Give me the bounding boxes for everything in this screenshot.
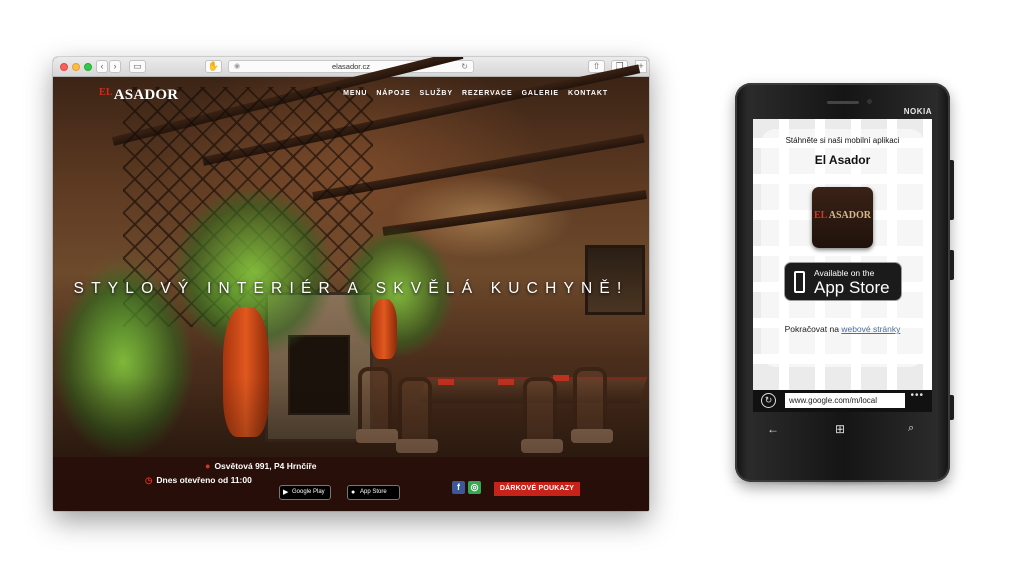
sidebar-toggle-icon[interactable]: ▭ <box>129 60 146 73</box>
app-store-button[interactable]: Available on the App Store <box>784 262 902 301</box>
logo-main: ASADOR <box>113 87 179 103</box>
refresh-icon[interactable]: ↻ <box>761 393 776 408</box>
google-play-label: Google Play <box>292 489 325 495</box>
tripadvisor-icon[interactable]: ◎ <box>468 481 481 494</box>
location-pin-icon: ● <box>205 461 211 471</box>
back-button[interactable]: ‹ <box>96 60 108 73</box>
app-icon-text: ASADOR <box>828 210 871 221</box>
nav-item-sluzby[interactable]: SLUŽBY <box>420 90 453 97</box>
hours-text: Dnes otevřeno od 11:00 <box>156 475 252 485</box>
earpiece <box>827 101 859 104</box>
app-icon-prefix: EL <box>814 210 827 221</box>
website-link[interactable]: webové stránky <box>841 324 900 334</box>
phone-screen: Stáhněte si naši mobilní aplikaci El Asa… <box>753 119 932 390</box>
app-store-line1: Available on the <box>814 268 875 278</box>
volume-button <box>950 160 954 220</box>
website-hero: ELASADOR MENU NÁPOJE SLUŽBY REZERVACE GA… <box>53 57 649 511</box>
app-icon[interactable]: EL ASADOR <box>812 187 873 248</box>
phone-brand: NOKIA <box>903 107 932 116</box>
opening-hours: ◷ Dnes otevřeno od 11:00 <box>145 475 252 486</box>
address-text: Osvětová 991, P4 Hrnčíře <box>214 461 317 471</box>
shield-icon: ◉ <box>234 63 241 70</box>
site-logo[interactable]: ELASADOR <box>99 87 178 104</box>
browser-window: ‹ › ▭ ✋ ◉ elasador.cz ↻ ⇧ ❐ + ELASADOR M… <box>53 57 649 511</box>
close-window-button[interactable] <box>60 63 68 71</box>
back-arrow-icon[interactable]: ← <box>767 422 779 436</box>
more-icon[interactable]: ••• <box>910 390 924 401</box>
nav-item-galerie[interactable]: GALERIE <box>522 90 559 97</box>
phone-glyph-icon <box>794 271 805 293</box>
power-button <box>950 250 954 280</box>
reload-icon[interactable]: ↻ <box>461 61 468 73</box>
windows-start-icon[interactable]: ⊞ <box>835 422 845 436</box>
nav-item-menu[interactable]: MENU <box>343 90 367 97</box>
app-store-badge[interactable]: ● App Store <box>347 485 400 500</box>
gift-vouchers-button[interactable]: DÁRKOVÉ POUKAZY <box>494 482 580 496</box>
clock-icon: ◷ <box>145 475 153 485</box>
maximize-window-button[interactable] <box>84 63 92 71</box>
app-store-label: App Store <box>360 489 387 495</box>
phone-device: NOKIA Stáhněte si naši mobilní aplikaci … <box>735 83 950 482</box>
browser-titlebar: ‹ › ▭ ✋ ◉ elasador.cz ↻ ⇧ ❐ + <box>53 57 649 77</box>
hand-icon[interactable]: ✋ <box>205 60 222 73</box>
minimize-window-button[interactable] <box>72 63 80 71</box>
continue-line: Pokračovat na webové stránky <box>753 324 932 334</box>
orange-vase <box>371 299 397 359</box>
facebook-icon[interactable]: f <box>452 481 465 494</box>
forward-button[interactable]: › <box>109 60 121 73</box>
nav-item-kontakt[interactable]: KONTAKT <box>568 90 608 97</box>
nav-item-rezervace[interactable]: REZERVACE <box>462 90 513 97</box>
mobile-address-bar: ↻ www.google.com/m/local ••• <box>753 390 932 412</box>
continue-text: Pokračovat na <box>784 324 839 334</box>
address-bar-url: elasador.cz <box>332 62 370 71</box>
hardware-buttons: ← ⊞ ⌕ <box>753 416 932 446</box>
search-icon[interactable]: ⌕ <box>908 422 914 435</box>
main-nav: MENU NÁPOJE SLUŽBY REZERVACE GALERIE KON… <box>343 90 608 97</box>
address[interactable]: ● Osvětová 991, P4 Hrnčíře <box>205 461 317 471</box>
mobile-url-field[interactable]: www.google.com/m/local <box>785 393 905 408</box>
google-play-badge[interactable]: ▶ Google Play <box>279 485 331 500</box>
nav-item-napoje[interactable]: NÁPOJE <box>376 90 410 97</box>
site-footer: ● Osvětová 991, P4 Hrnčíře ◷ Dnes otevřeno… <box>53 457 649 511</box>
logo-prefix: EL <box>99 87 113 98</box>
download-prompt: Stáhněte si naši mobilní aplikaci <box>785 136 900 145</box>
app-store-line2: App Store <box>814 278 890 297</box>
hero-tagline: STYLOVÝ INTERIÉR A SKVĚLÁ KUCHYNĚ! <box>73 280 629 297</box>
play-icon: ▶ <box>283 489 289 496</box>
app-name: El Asador <box>814 153 871 167</box>
camera-button <box>950 395 954 420</box>
front-camera <box>867 99 872 104</box>
apple-icon: ● <box>351 489 356 496</box>
